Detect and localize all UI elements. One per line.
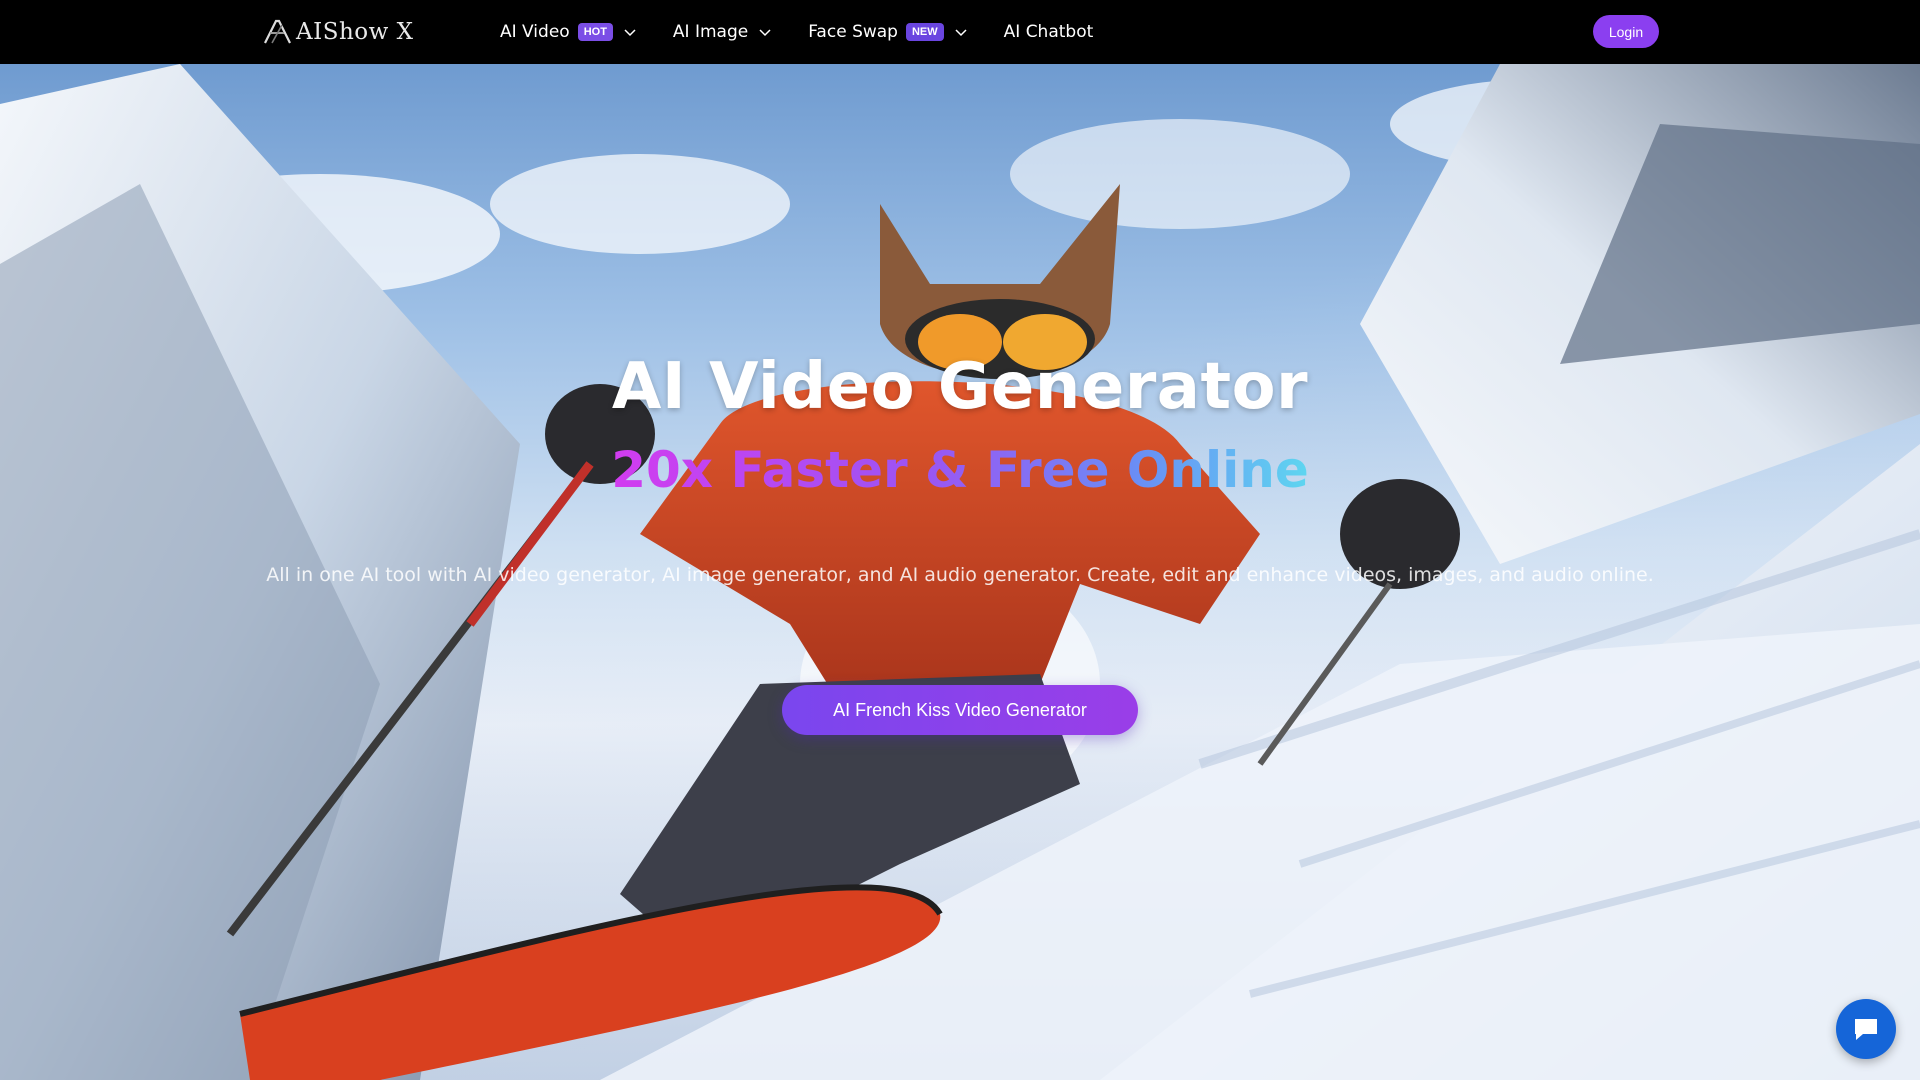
top-navigation-bar: AIShow X AI Video HOT AI Image Face Swap… — [0, 0, 1920, 64]
chevron-down-icon — [624, 29, 636, 37]
nav-item-ai-video[interactable]: AI Video HOT — [500, 22, 637, 42]
nav-item-ai-image[interactable]: AI Image — [673, 22, 772, 42]
hero-title: AI Video Generator — [611, 350, 1309, 424]
login-button[interactable]: Login — [1593, 15, 1659, 48]
nav-item-label: AI Chatbot — [1003, 22, 1094, 42]
main-nav: AI Video HOT AI Image Face Swap NEW AI C… — [500, 0, 1129, 64]
chevron-down-icon — [955, 29, 967, 37]
nav-item-label: Face Swap — [808, 22, 898, 42]
hero-description: All in one AI tool with AI video generat… — [266, 564, 1654, 586]
cta-button[interactable]: AI French Kiss Video Generator — [782, 685, 1138, 735]
hero-subtitle-text: 20x Faster & Free Online — [611, 441, 1309, 499]
nav-item-label: AI Video — [500, 22, 570, 42]
nav-item-face-swap[interactable]: Face Swap NEW — [808, 22, 967, 42]
nav-item-label: AI Image — [672, 22, 749, 42]
chat-bubble-icon — [1855, 1019, 1877, 1040]
logo[interactable]: AIShow X — [262, 15, 413, 49]
hot-badge: HOT — [577, 23, 613, 41]
chat-button[interactable] — [1836, 999, 1896, 1059]
chevron-down-icon — [759, 29, 771, 37]
logo-text: AIShow X — [296, 19, 414, 45]
hero-subtitle: 20x Faster & Free Online — [0, 441, 1920, 499]
logo-mark-icon — [264, 19, 291, 44]
new-badge: NEW — [905, 23, 944, 41]
nav-item-ai-chatbot[interactable]: AI Chatbot — [1004, 22, 1094, 42]
hero-section: AI Video Generator 20x Faster & Free Onl… — [0, 64, 1920, 1080]
